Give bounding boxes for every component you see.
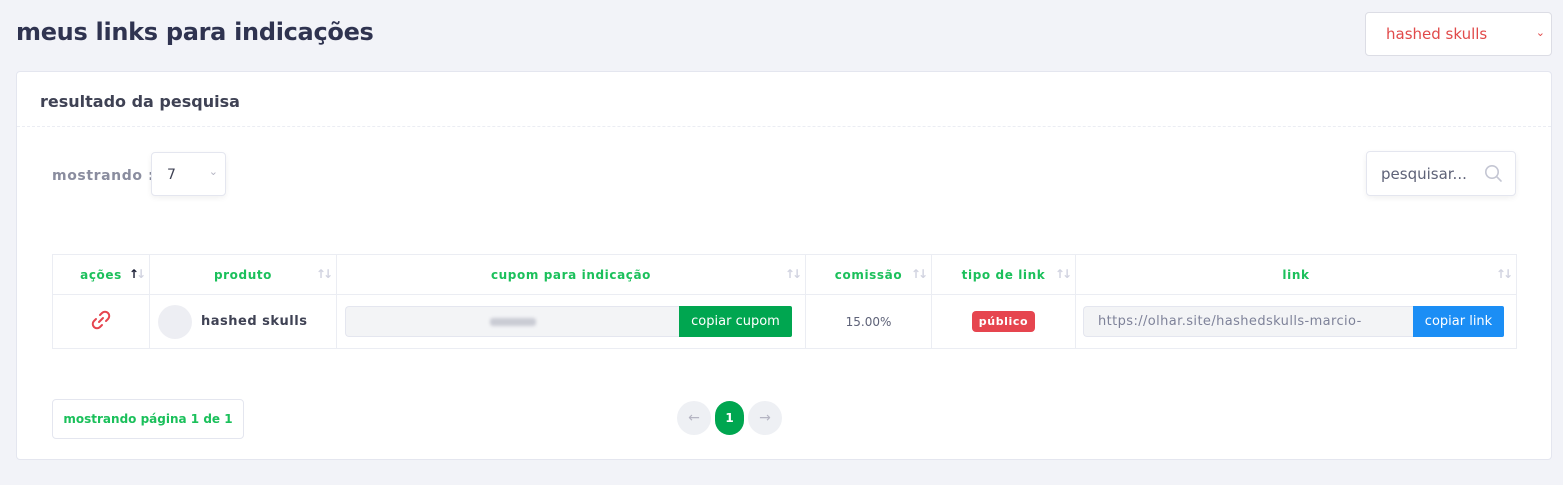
results-card: resultado da pesquisa mostrando : 7 ⌄ aç…: [16, 71, 1552, 460]
sort-icon: ↑↓: [910, 267, 928, 281]
search-box[interactable]: [1366, 151, 1516, 196]
product-select[interactable]: hashed skulls ⌄: [1365, 12, 1552, 56]
card-title: resultado da pesquisa: [40, 92, 240, 111]
sort-icon: ↑↓: [1495, 267, 1513, 281]
sort-icon: ↑↓: [128, 267, 146, 281]
chevron-down-icon: ⌄: [208, 165, 218, 178]
links-table: ações ↑↓ produto ↑↓ cupom para indicação ↑↓…: [52, 254, 1517, 349]
link-type-cell: público: [931, 294, 1076, 349]
sort-icon: ↑↓: [315, 267, 333, 281]
page-title: meus links para indicações: [16, 18, 374, 46]
link-field[interactable]: https://olhar.site/hashedskulls-marcio-: [1083, 306, 1413, 337]
column-header-acoes[interactable]: ações ↑↓: [52, 254, 150, 295]
sort-icon: ↑↓: [1054, 267, 1072, 281]
coupon-field[interactable]: [345, 306, 679, 337]
page-length-value: 7: [167, 167, 176, 183]
chevron-down-icon: ⌄: [1535, 26, 1545, 39]
product-avatar: [158, 304, 192, 339]
length-label: mostrando :: [52, 168, 155, 184]
pagination: ← 1 →: [677, 401, 782, 435]
sort-icon: ↑↓: [784, 267, 802, 281]
product-name: hashed skulls: [201, 314, 308, 329]
link-cell: https://olhar.site/hashedskulls-marcio- …: [1075, 294, 1517, 349]
coupon-code-blurred: [489, 317, 536, 326]
column-header-produto[interactable]: produto ↑↓: [149, 254, 337, 295]
card-header: resultado da pesquisa: [17, 72, 1551, 127]
copy-coupon-button[interactable]: copiar cupom: [679, 306, 792, 337]
copy-link-button[interactable]: copiar link: [1413, 306, 1504, 337]
column-header-cupom[interactable]: cupom para indicação ↑↓: [336, 254, 806, 295]
table-row: hashed skulls copiar cupom 15.00% públic…: [52, 294, 1517, 349]
commission-cell: 15.00%: [805, 294, 932, 349]
search-icon[interactable]: [1484, 164, 1503, 187]
arrow-right-icon[interactable]: →: [748, 401, 782, 435]
column-header-link[interactable]: link ↑↓: [1075, 254, 1517, 295]
page-button-current[interactable]: 1: [715, 401, 744, 435]
search-input[interactable]: [1381, 164, 1473, 183]
pagination-info: mostrando página 1 de 1: [52, 399, 244, 439]
coupon-cell: copiar cupom: [336, 294, 806, 349]
page-length-select[interactable]: 7 ⌄: [151, 152, 226, 196]
table-header-row: ações ↑↓ produto ↑↓ cupom para indicação ↑↓…: [52, 254, 1517, 295]
arrow-left-icon[interactable]: ←: [677, 401, 711, 435]
link-icon[interactable]: [89, 310, 113, 335]
actions-cell: [52, 294, 150, 349]
produto-cell: hashed skulls: [149, 294, 337, 349]
column-header-comissao[interactable]: comissão ↑↓: [805, 254, 932, 295]
product-select-value: hashed skulls: [1386, 25, 1488, 43]
link-type-badge: público: [971, 311, 1036, 332]
column-header-tipo[interactable]: tipo de link ↑↓: [931, 254, 1076, 295]
